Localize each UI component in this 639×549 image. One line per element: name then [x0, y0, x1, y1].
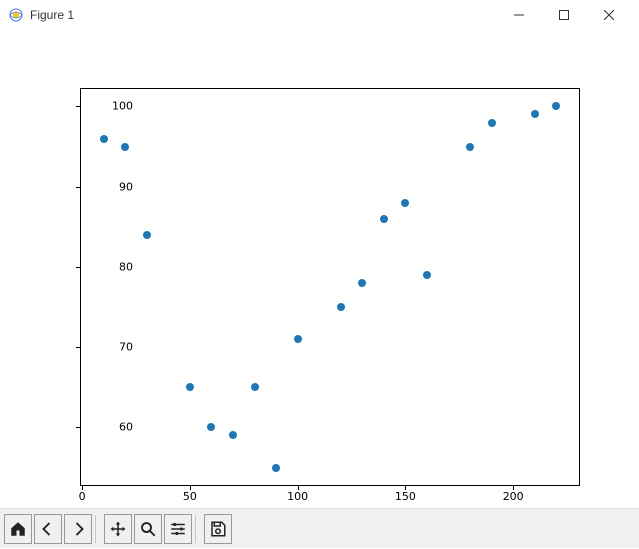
ytick-label: 60	[93, 421, 133, 434]
ytick-label: 100	[93, 100, 133, 113]
ytick-label: 80	[93, 260, 133, 273]
data-point	[358, 279, 366, 287]
data-point	[380, 215, 388, 223]
zoom-button[interactable]	[134, 514, 162, 544]
data-point	[552, 102, 560, 110]
close-button[interactable]	[586, 0, 631, 30]
pan-button[interactable]	[104, 514, 132, 544]
maximize-button[interactable]	[541, 0, 586, 30]
minimize-button[interactable]	[496, 0, 541, 30]
data-point	[186, 383, 194, 391]
ytick-label: 70	[93, 341, 133, 354]
xtick-label: 50	[175, 490, 205, 503]
app-icon	[8, 7, 24, 23]
data-point	[251, 383, 259, 391]
data-point	[121, 143, 129, 151]
home-button[interactable]	[4, 514, 32, 544]
toolbar-separator	[95, 515, 101, 543]
back-button[interactable]	[34, 514, 62, 544]
data-point	[466, 143, 474, 151]
data-point	[337, 303, 345, 311]
ytick-label: 90	[93, 180, 133, 193]
xtick-label: 0	[67, 490, 97, 503]
window-title: Figure 1	[30, 8, 74, 22]
data-point	[401, 199, 409, 207]
save-button[interactable]	[204, 514, 232, 544]
xtick-label: 100	[283, 490, 313, 503]
nav-toolbar	[0, 508, 639, 548]
data-point	[294, 335, 302, 343]
data-point	[100, 135, 108, 143]
data-point	[229, 431, 237, 439]
window-titlebar: Figure 1	[0, 0, 639, 30]
data-point	[272, 464, 280, 472]
data-point	[531, 110, 539, 118]
xtick-label: 150	[390, 490, 420, 503]
data-point	[143, 231, 151, 239]
data-point	[423, 271, 431, 279]
scatter-axes	[80, 88, 580, 486]
data-point	[207, 423, 215, 431]
plot-canvas[interactable]: 60 70 80 90 100 0 50 100 150 200	[0, 30, 639, 508]
data-point	[488, 119, 496, 127]
toolbar-separator	[195, 515, 201, 543]
xtick-label: 200	[498, 490, 528, 503]
forward-button[interactable]	[64, 514, 92, 544]
configure-button[interactable]	[164, 514, 192, 544]
